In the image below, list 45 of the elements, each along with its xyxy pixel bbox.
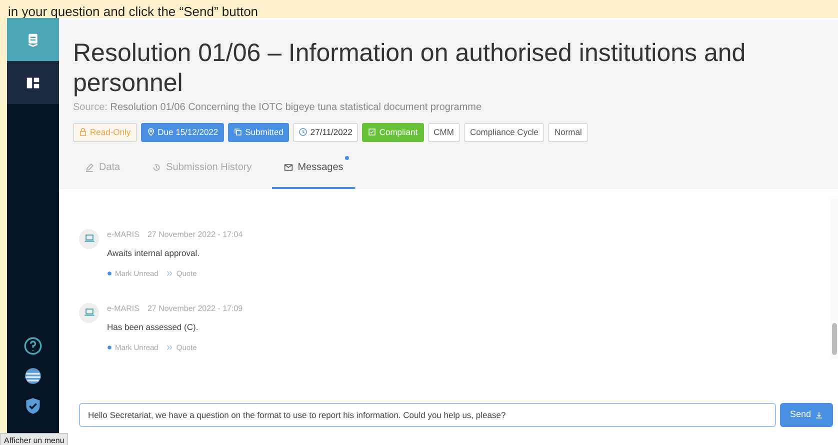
double-chevron-icon — [166, 344, 174, 351]
help-icon[interactable] — [24, 337, 42, 355]
tag: Normal — [548, 123, 588, 142]
shield-icon[interactable] — [24, 397, 42, 415]
message-time: 27 November 2022 - 17:09 — [147, 304, 243, 313]
history-icon — [152, 162, 162, 172]
tag: Due 15/12/2022 — [140, 123, 224, 142]
tag: 27/11/2022 — [293, 123, 358, 142]
document-icon — [26, 32, 40, 46]
message-text: Awaits internal approval. — [107, 246, 200, 260]
tag: Submitted — [228, 123, 290, 142]
pencil-icon — [85, 162, 94, 172]
message-text: Has been assessed (C). — [107, 320, 200, 334]
sidebar-item[interactable] — [7, 61, 59, 104]
scrollbar-thumb[interactable] — [832, 322, 837, 355]
send-button[interactable]: Send — [780, 403, 833, 427]
instruction-text: in your question and click the “Send” button — [8, 4, 258, 19]
laptop-icon — [84, 307, 94, 318]
source-text: Source: Resolution 01/06 Concerning the IOTC bigeye tuna statistical document programme — [73, 101, 483, 115]
globe-icon[interactable] — [24, 367, 42, 385]
message-time: 27 November 2022 - 17:04 — [147, 230, 243, 239]
lock-icon — [79, 128, 87, 136]
tab[interactable]: Submission History — [140, 150, 264, 189]
tab[interactable]: Data — [73, 150, 132, 189]
dot-icon — [107, 270, 112, 276]
double-chevron-icon — [166, 270, 174, 277]
copy-icon — [234, 128, 242, 136]
checkbox-icon — [368, 128, 376, 136]
tag: Read-Only — [73, 123, 137, 142]
tag: CMM — [428, 123, 460, 142]
scrollbar[interactable] — [830, 198, 838, 359]
tab[interactable]: Messages — [272, 150, 356, 189]
tag: Compliant — [362, 123, 424, 142]
author-name: e-MARIS — [107, 304, 140, 313]
location-pin-icon — [146, 128, 155, 136]
tooltip: Afficher un menu — [0, 433, 68, 445]
dashboard-icon — [26, 76, 40, 90]
laptop-icon — [84, 233, 94, 244]
upload-icon — [815, 411, 823, 419]
tag: Compliance Cycle — [464, 123, 544, 142]
dot-icon — [107, 344, 112, 350]
mail-icon — [284, 162, 293, 172]
page-title: Resolution 01/06 – Information on authorised institutions and personnel — [73, 38, 747, 98]
message-input[interactable]: Hello Secretariat, we have a question on the format to use to report his information. Could you help us, please? — [79, 403, 776, 427]
author-name: e-MARIS — [107, 230, 140, 239]
